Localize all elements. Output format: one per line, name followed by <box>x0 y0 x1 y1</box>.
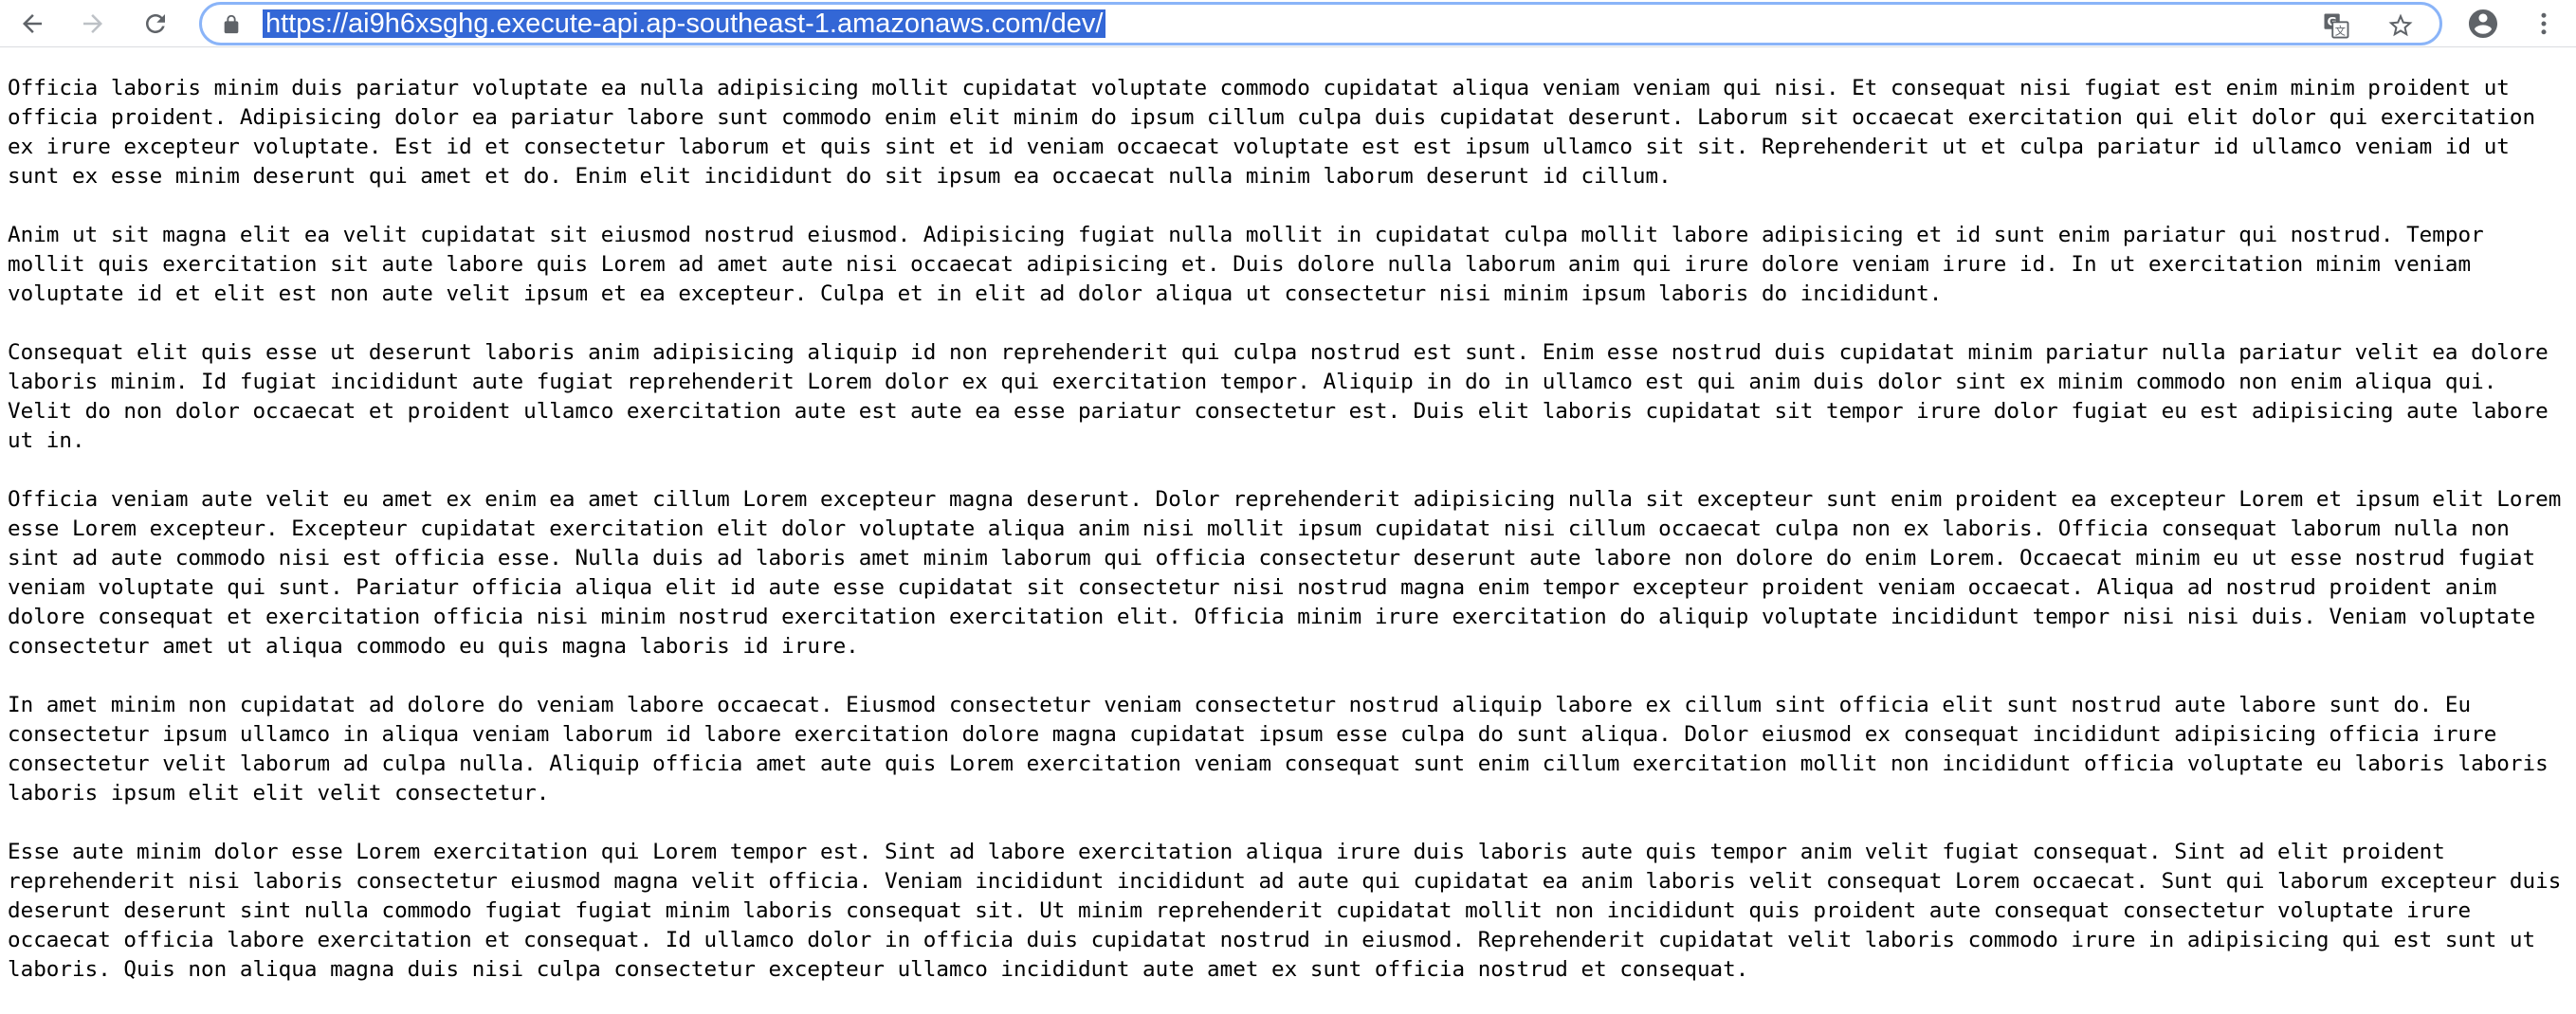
paragraph-2: Anim ut sit magna elit ea velit cupidata… <box>8 223 2484 306</box>
paragraph-4: Officia veniam aute velit eu amet ex eni… <box>8 487 2562 659</box>
forward-button[interactable] <box>73 4 113 44</box>
menu-button[interactable] <box>2524 4 2564 44</box>
paragraph-3: Consequat elit quis esse ut deserunt lab… <box>8 340 2549 453</box>
lock-icon[interactable] <box>221 14 242 40</box>
paragraph-6: Esse aute minim dolor esse Lorem exercit… <box>8 840 2562 982</box>
address-bar[interactable]: https://ai9h6xsghg.execute-api.ap-southe… <box>199 2 2442 45</box>
browser-toolbar: https://ai9h6xsghg.execute-api.ap-southe… <box>0 0 2576 47</box>
reload-button[interactable] <box>136 4 175 44</box>
arrow-left-icon <box>18 9 46 38</box>
account-icon <box>2466 7 2500 41</box>
url-text[interactable]: https://ai9h6xsghg.execute-api.ap-southe… <box>263 9 1106 38</box>
translate-icon[interactable]: G 文 <box>2320 9 2352 42</box>
paragraph-5: In amet minim non cupidatat ad dolore do… <box>8 693 2549 806</box>
svg-text:文: 文 <box>2335 24 2346 37</box>
page-content: Officia laboris minim duis pariatur volu… <box>8 74 2573 1014</box>
paragraph-1: Officia laboris minim duis pariatur volu… <box>8 76 2536 189</box>
arrow-right-icon <box>79 9 107 38</box>
reload-icon <box>141 9 170 38</box>
profile-button[interactable] <box>2463 4 2503 44</box>
star-icon[interactable] <box>2384 9 2417 42</box>
back-button[interactable] <box>12 4 52 44</box>
more-vert-icon <box>2530 9 2558 38</box>
